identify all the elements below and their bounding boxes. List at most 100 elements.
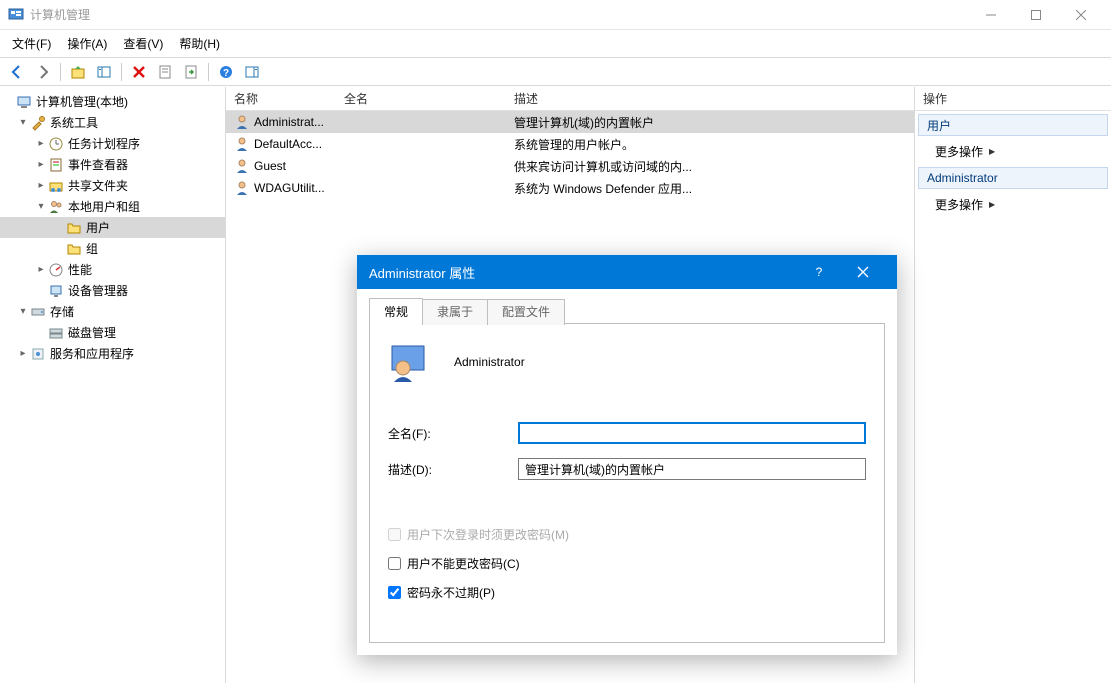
- expand-icon[interactable]: ▸: [34, 264, 48, 275]
- expand-icon[interactable]: ▸: [34, 180, 48, 191]
- tree-performance[interactable]: ▸ 性能: [0, 259, 225, 280]
- tree-label: 服务和应用程序: [50, 345, 134, 362]
- tree-root[interactable]: 计算机管理(本地): [0, 91, 225, 112]
- minimize-button[interactable]: [968, 0, 1013, 30]
- list-row[interactable]: DefaultAcc... 系统管理的用户帐户。: [226, 133, 914, 155]
- tab-profile[interactable]: 配置文件: [487, 299, 565, 325]
- actions-more-users[interactable]: 更多操作 ▶: [915, 139, 1111, 164]
- tree-device-manager[interactable]: 设备管理器: [0, 280, 225, 301]
- check-must-change: 用户下次登录时须更改密码(M): [388, 526, 866, 543]
- menu-action[interactable]: 操作(A): [67, 35, 107, 52]
- tab-general[interactable]: 常规: [369, 298, 423, 324]
- properties-button[interactable]: [154, 61, 176, 83]
- tree-event-viewer[interactable]: ▸ 事件查看器: [0, 154, 225, 175]
- expand-icon[interactable]: ▾: [16, 117, 30, 128]
- menubar: 文件(F) 操作(A) 查看(V) 帮助(H): [0, 30, 1111, 58]
- up-button[interactable]: [67, 61, 89, 83]
- menu-view[interactable]: 查看(V): [123, 35, 163, 52]
- tree-services-apps[interactable]: ▸ 服务和应用程序: [0, 343, 225, 364]
- actions-header: 操作: [915, 87, 1111, 111]
- dialog-username: Administrator: [454, 355, 525, 369]
- must-change-checkbox: [388, 528, 401, 541]
- dialog-close-button[interactable]: [841, 255, 885, 289]
- user-icon: [234, 114, 250, 130]
- tree-label: 本地用户和组: [68, 198, 140, 215]
- tree-label: 存储: [50, 303, 74, 320]
- services-icon: [30, 346, 46, 362]
- list-row[interactable]: Guest 供来宾访问计算机或访问域的内...: [226, 155, 914, 177]
- expand-icon[interactable]: ▾: [34, 201, 48, 212]
- event-icon: [48, 157, 64, 173]
- tree-storage[interactable]: ▾ 存储: [0, 301, 225, 322]
- expand-icon[interactable]: ▸: [34, 159, 48, 170]
- check-never-expire[interactable]: 密码永不过期(P): [388, 584, 866, 601]
- tree-label: 性能: [68, 261, 92, 278]
- must-change-label: 用户下次登录时须更改密码(M): [407, 526, 569, 543]
- cell-name: Administrat...: [254, 115, 324, 129]
- dialog-title: Administrator 属性: [369, 263, 797, 282]
- tree-label: 事件查看器: [68, 156, 128, 173]
- dialog-tabs: 常规 隶属于 配置文件: [357, 289, 897, 323]
- user-icon: [234, 158, 250, 174]
- list-row[interactable]: WDAGUtilit... 系统为 Windows Defender 应用...: [226, 177, 914, 199]
- help-button[interactable]: ?: [215, 61, 237, 83]
- toolbar: ?: [0, 58, 1111, 86]
- menu-help[interactable]: 帮助(H): [179, 35, 220, 52]
- dialog-help-button[interactable]: ?: [797, 255, 841, 289]
- svg-text:?: ?: [816, 266, 823, 278]
- maximize-button[interactable]: [1013, 0, 1058, 30]
- show-hide-button[interactable]: [93, 61, 115, 83]
- expand-icon[interactable]: ▸: [34, 138, 48, 149]
- actions-section-administrator[interactable]: Administrator: [918, 167, 1108, 189]
- check-cannot-change[interactable]: 用户不能更改密码(C): [388, 555, 866, 572]
- actions-pane: 操作 用户 更多操作 ▶ Administrator 更多操作 ▶: [915, 87, 1111, 683]
- users-groups-icon: [48, 199, 64, 215]
- tree-label: 共享文件夹: [68, 177, 128, 194]
- tree-disk-management[interactable]: 磁盘管理: [0, 322, 225, 343]
- column-name[interactable]: 名称: [226, 90, 336, 107]
- never-expire-checkbox[interactable]: [388, 586, 401, 599]
- list-row[interactable]: Administrat... 管理计算机(域)的内置帐户: [226, 111, 914, 133]
- tree-task-scheduler[interactable]: ▸ 任务计划程序: [0, 133, 225, 154]
- cannot-change-checkbox[interactable]: [388, 557, 401, 570]
- nav-back-button[interactable]: [6, 61, 28, 83]
- more-label: 更多操作: [935, 143, 983, 160]
- titlebar: 计算机管理: [0, 0, 1111, 30]
- chevron-right-icon: ▶: [989, 147, 995, 156]
- dialog-titlebar[interactable]: Administrator 属性 ?: [357, 255, 897, 289]
- close-button[interactable]: [1058, 0, 1103, 30]
- window-title: 计算机管理: [30, 6, 968, 23]
- tree-system-tools[interactable]: ▾ 系统工具: [0, 112, 225, 133]
- tree-groups[interactable]: 组: [0, 238, 225, 259]
- tree-shared-folders[interactable]: ▸ 共享文件夹: [0, 175, 225, 196]
- tree-local-users-groups[interactable]: ▾ 本地用户和组: [0, 196, 225, 217]
- folder-icon: [66, 220, 82, 236]
- nav-forward-button[interactable]: [32, 61, 54, 83]
- export-button[interactable]: [180, 61, 202, 83]
- expand-icon[interactable]: ▾: [16, 306, 30, 317]
- tree-label: 任务计划程序: [68, 135, 140, 152]
- cell-description: 系统管理的用户帐户。: [506, 136, 914, 153]
- cell-name: DefaultAcc...: [254, 137, 322, 151]
- fullname-input[interactable]: [518, 422, 866, 444]
- tab-page-general: Administrator 全名(F): 描述(D): 用户下次登录时须更改密码…: [369, 323, 885, 643]
- tree-label: 用户: [86, 219, 110, 236]
- menu-file[interactable]: 文件(F): [12, 35, 51, 52]
- tree-label: 计算机管理(本地): [36, 93, 128, 110]
- expand-icon[interactable]: ▸: [16, 348, 30, 359]
- description-input[interactable]: [518, 458, 866, 480]
- toolbar-separator: [208, 63, 209, 81]
- column-description[interactable]: 描述: [506, 90, 914, 107]
- tree-users[interactable]: 用户: [0, 217, 225, 238]
- actions-more-administrator[interactable]: 更多操作 ▶: [915, 192, 1111, 217]
- actions-section-users[interactable]: 用户: [918, 114, 1108, 136]
- shared-folder-icon: [48, 178, 64, 194]
- action-pane-button[interactable]: [241, 61, 263, 83]
- column-fullname[interactable]: 全名: [336, 90, 506, 107]
- tab-memberof[interactable]: 隶属于: [422, 299, 488, 325]
- delete-button[interactable]: [128, 61, 150, 83]
- disk-icon: [48, 325, 64, 341]
- never-expire-label: 密码永不过期(P): [407, 584, 495, 601]
- tree-label: 设备管理器: [68, 282, 128, 299]
- toolbar-separator: [121, 63, 122, 81]
